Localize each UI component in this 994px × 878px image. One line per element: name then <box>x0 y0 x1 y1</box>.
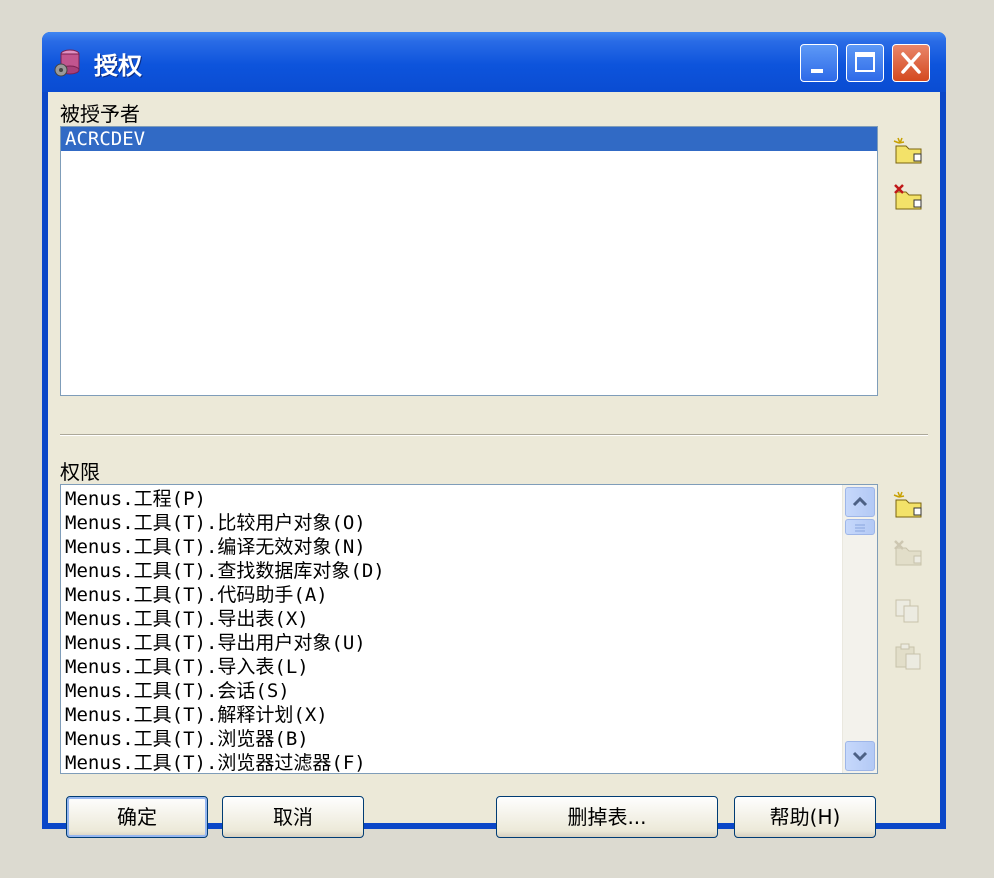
title-bar[interactable]: 授权 <box>42 32 946 92</box>
maximize-button[interactable] <box>846 44 884 82</box>
privilege-list-item[interactable]: Menus.工具(T).比较用户对象(O) <box>61 511 877 535</box>
copy-icon[interactable] <box>892 596 926 626</box>
privilege-list-item[interactable]: Menus.工具(T).代码助手(A) <box>61 583 877 607</box>
privilege-items: Menus.工程(P) Menus.工具(T).比较用户对象(O) Menus.工具… <box>61 485 877 773</box>
grantee-list-item[interactable]: ACRCDEV <box>61 127 877 151</box>
privileges-listbox[interactable]: Menus.工程(P) Menus.工具(T).比较用户对象(O) Menus.工具… <box>60 484 878 774</box>
privileges-label: 权限 <box>60 460 100 484</box>
scroll-up-button[interactable] <box>845 487 875 517</box>
scroll-thumb[interactable] <box>845 519 875 535</box>
delete-table-button[interactable]: 删掉表... <box>496 796 718 838</box>
app-icon <box>54 48 82 78</box>
cancel-button[interactable]: 取消 <box>222 796 364 838</box>
privilege-list-item[interactable]: Menus.工具(T).导出表(X) <box>61 607 877 631</box>
delete-item-icon[interactable] <box>892 182 926 212</box>
authorization-dialog: 授权 被授予者 ACRCDEV 权限 Menus.工程(P) Menus.工具(… <box>42 32 946 838</box>
new-item-icon[interactable] <box>892 490 926 520</box>
close-button[interactable] <box>892 44 930 82</box>
privilege-list-item[interactable]: Menus.工具(T).查找数据库对象(D) <box>61 559 877 583</box>
privileges-scrollbar[interactable] <box>842 485 877 773</box>
privilege-list-item[interactable]: Menus.工具(T).导出用户对象(U) <box>61 631 877 655</box>
scroll-down-button[interactable] <box>845 741 875 771</box>
grantees-listbox[interactable]: ACRCDEV <box>60 126 878 396</box>
privilege-list-item[interactable]: Menus.工具(T).解释计划(X) <box>61 703 877 727</box>
privilege-list-item[interactable]: Menus.工具(T).浏览器(B) <box>61 727 877 751</box>
dialog-body: 被授予者 ACRCDEV 权限 Menus.工程(P) Menus.工具(T).比… <box>48 92 940 838</box>
privilege-list-item[interactable]: Menus.工具(T).导入表(L) <box>61 655 877 679</box>
grantee-items: ACRCDEV <box>61 127 877 151</box>
window-title: 授权 <box>94 52 142 80</box>
privilege-list-item[interactable]: Menus.工具(T).会话(S) <box>61 679 877 703</box>
new-item-icon[interactable] <box>892 136 926 166</box>
privilege-list-item[interactable]: Menus.工具(T).编译无效对象(N) <box>61 535 877 559</box>
paste-icon[interactable] <box>892 642 926 672</box>
ok-button[interactable]: 确定 <box>66 796 208 838</box>
privilege-list-item[interactable]: Menus.工具(T).浏览器过滤器(F) <box>61 751 877 773</box>
grantees-label: 被授予者 <box>60 102 140 126</box>
delete-item-icon[interactable] <box>892 538 926 568</box>
minimize-button[interactable] <box>800 44 838 82</box>
help-button[interactable]: 帮助(H) <box>734 796 876 838</box>
section-divider <box>60 434 928 436</box>
privilege-list-item[interactable]: Menus.工程(P) <box>61 487 877 511</box>
